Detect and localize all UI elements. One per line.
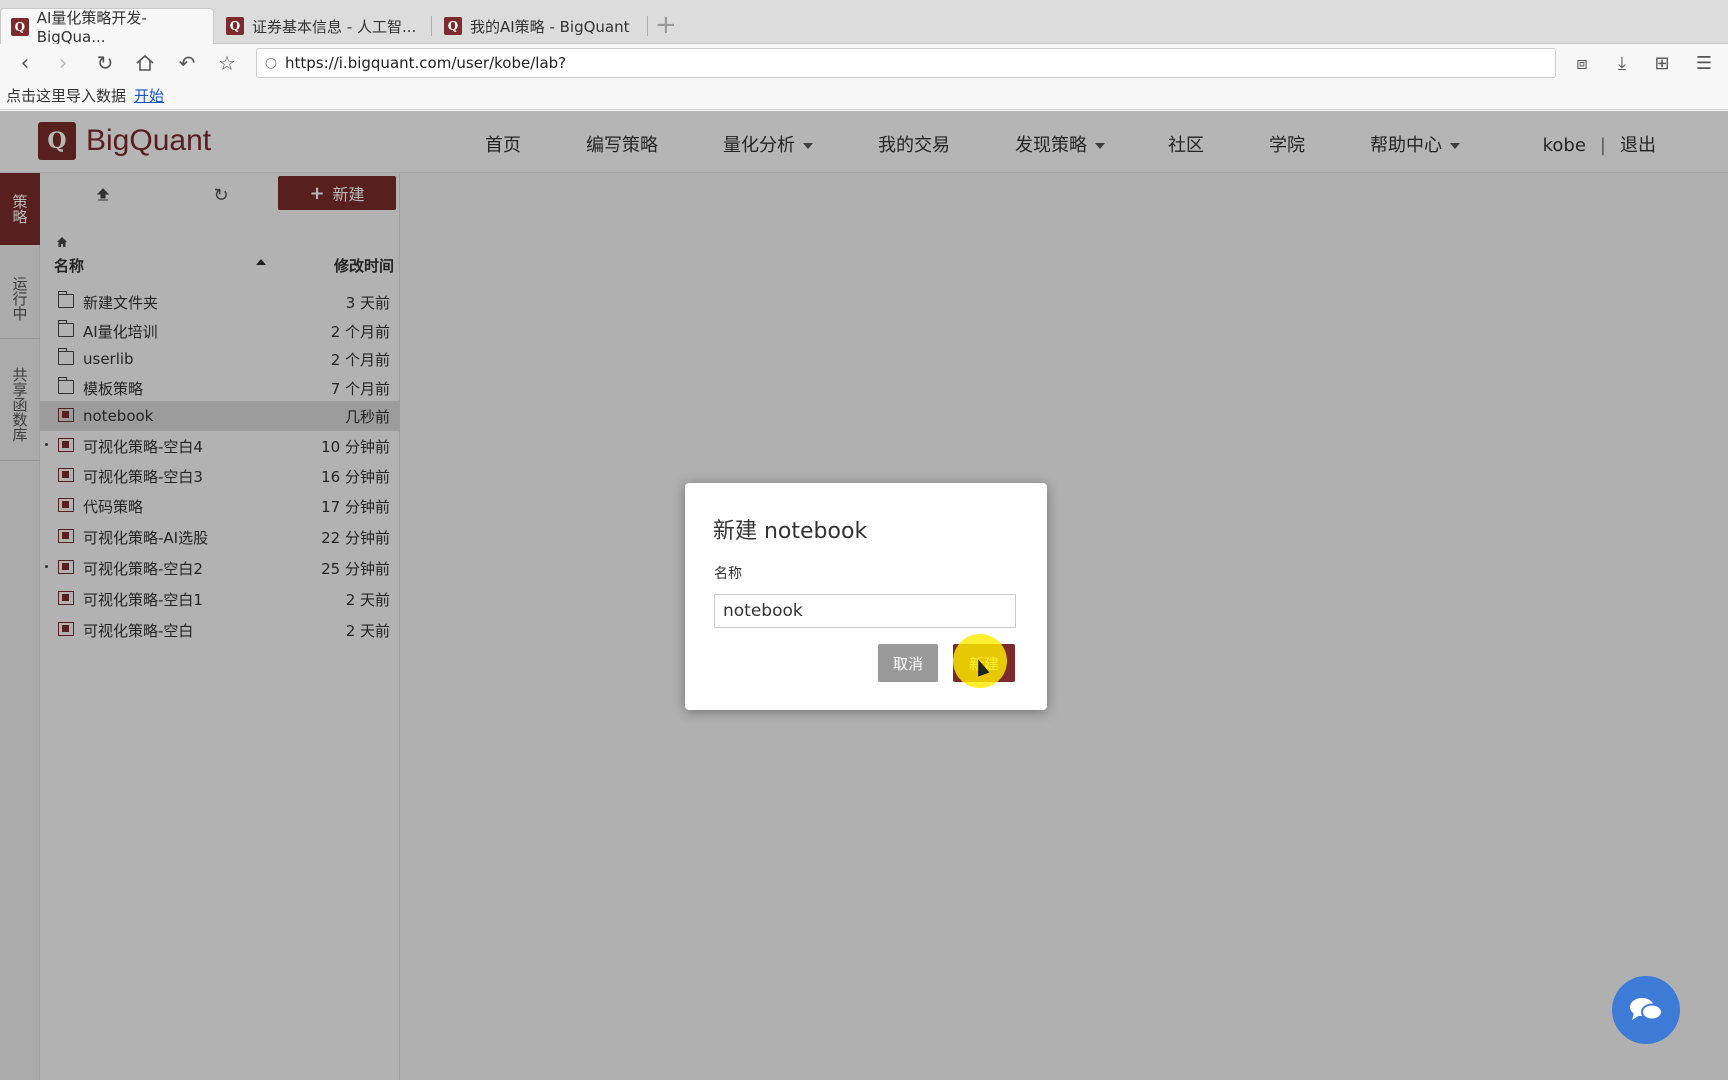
dialog-title: 新建 notebook bbox=[713, 519, 868, 544]
bookmark-bar: 点击这里导入数据 开始 bbox=[0, 82, 1728, 110]
notebook-name-input[interactable] bbox=[714, 594, 1016, 628]
browser-tab[interactable]: Q 我的AI策略 - BigQuant bbox=[434, 8, 648, 44]
url-box[interactable]: ○ bbox=[256, 48, 1556, 78]
import-start-link[interactable]: 开始 bbox=[134, 87, 164, 105]
tab-label: 我的AI策略 - BigQuant bbox=[470, 17, 630, 36]
home-icon[interactable] bbox=[132, 50, 158, 76]
tab-label: 证券基本信息 - 人工智... bbox=[252, 17, 417, 36]
menu-icon[interactable]: ☰ bbox=[1692, 52, 1716, 76]
reload-icon[interactable]: ↻ bbox=[92, 50, 118, 76]
extensions-icon[interactable]: ⊞ bbox=[1650, 52, 1674, 76]
chat-bubble-icon bbox=[1630, 998, 1663, 1021]
bigquant-favicon-icon: Q bbox=[226, 17, 244, 35]
tab-separator bbox=[647, 16, 648, 36]
cancel-label: 取消 bbox=[892, 654, 923, 673]
browser-tab[interactable]: Q AI量化策略开发-BigQua... bbox=[0, 8, 214, 46]
import-bookmarks-text: 点击这里导入数据 bbox=[6, 87, 127, 105]
browser-address-bar: ‹ › ↻ ↶ ☆ ○ ⧈ ⤓ ⊞ ☰ bbox=[0, 44, 1728, 82]
chat-button[interactable] bbox=[1612, 976, 1680, 1044]
undo-icon[interactable]: ↶ bbox=[174, 50, 200, 76]
search-icon: ○ bbox=[264, 55, 278, 71]
bigquant-favicon-icon: Q bbox=[444, 17, 462, 35]
screenshot-icon[interactable]: ⧈ bbox=[1570, 52, 1594, 76]
bigquant-favicon-icon: Q bbox=[11, 17, 29, 36]
url-input[interactable] bbox=[285, 54, 1485, 72]
download-icon[interactable]: ⤓ bbox=[1610, 52, 1634, 76]
cancel-button[interactable]: 取消 bbox=[878, 644, 938, 682]
tab-separator bbox=[431, 16, 432, 36]
forward-arrow-icon[interactable]: › bbox=[50, 50, 76, 76]
name-field-label: 名称 bbox=[714, 566, 742, 582]
back-arrow-icon[interactable]: ‹ bbox=[12, 50, 38, 76]
browser-tab-bar: Q AI量化策略开发-BigQua... Q 证券基本信息 - 人工智... Q… bbox=[0, 0, 1728, 46]
tab-label: AI量化策略开发-BigQua... bbox=[36, 9, 147, 46]
new-tab-plus-icon[interactable]: + bbox=[655, 12, 677, 38]
star-bookmark-icon[interactable]: ☆ bbox=[214, 50, 240, 76]
browser-tab[interactable]: Q 证券基本信息 - 人工智... bbox=[216, 8, 432, 44]
